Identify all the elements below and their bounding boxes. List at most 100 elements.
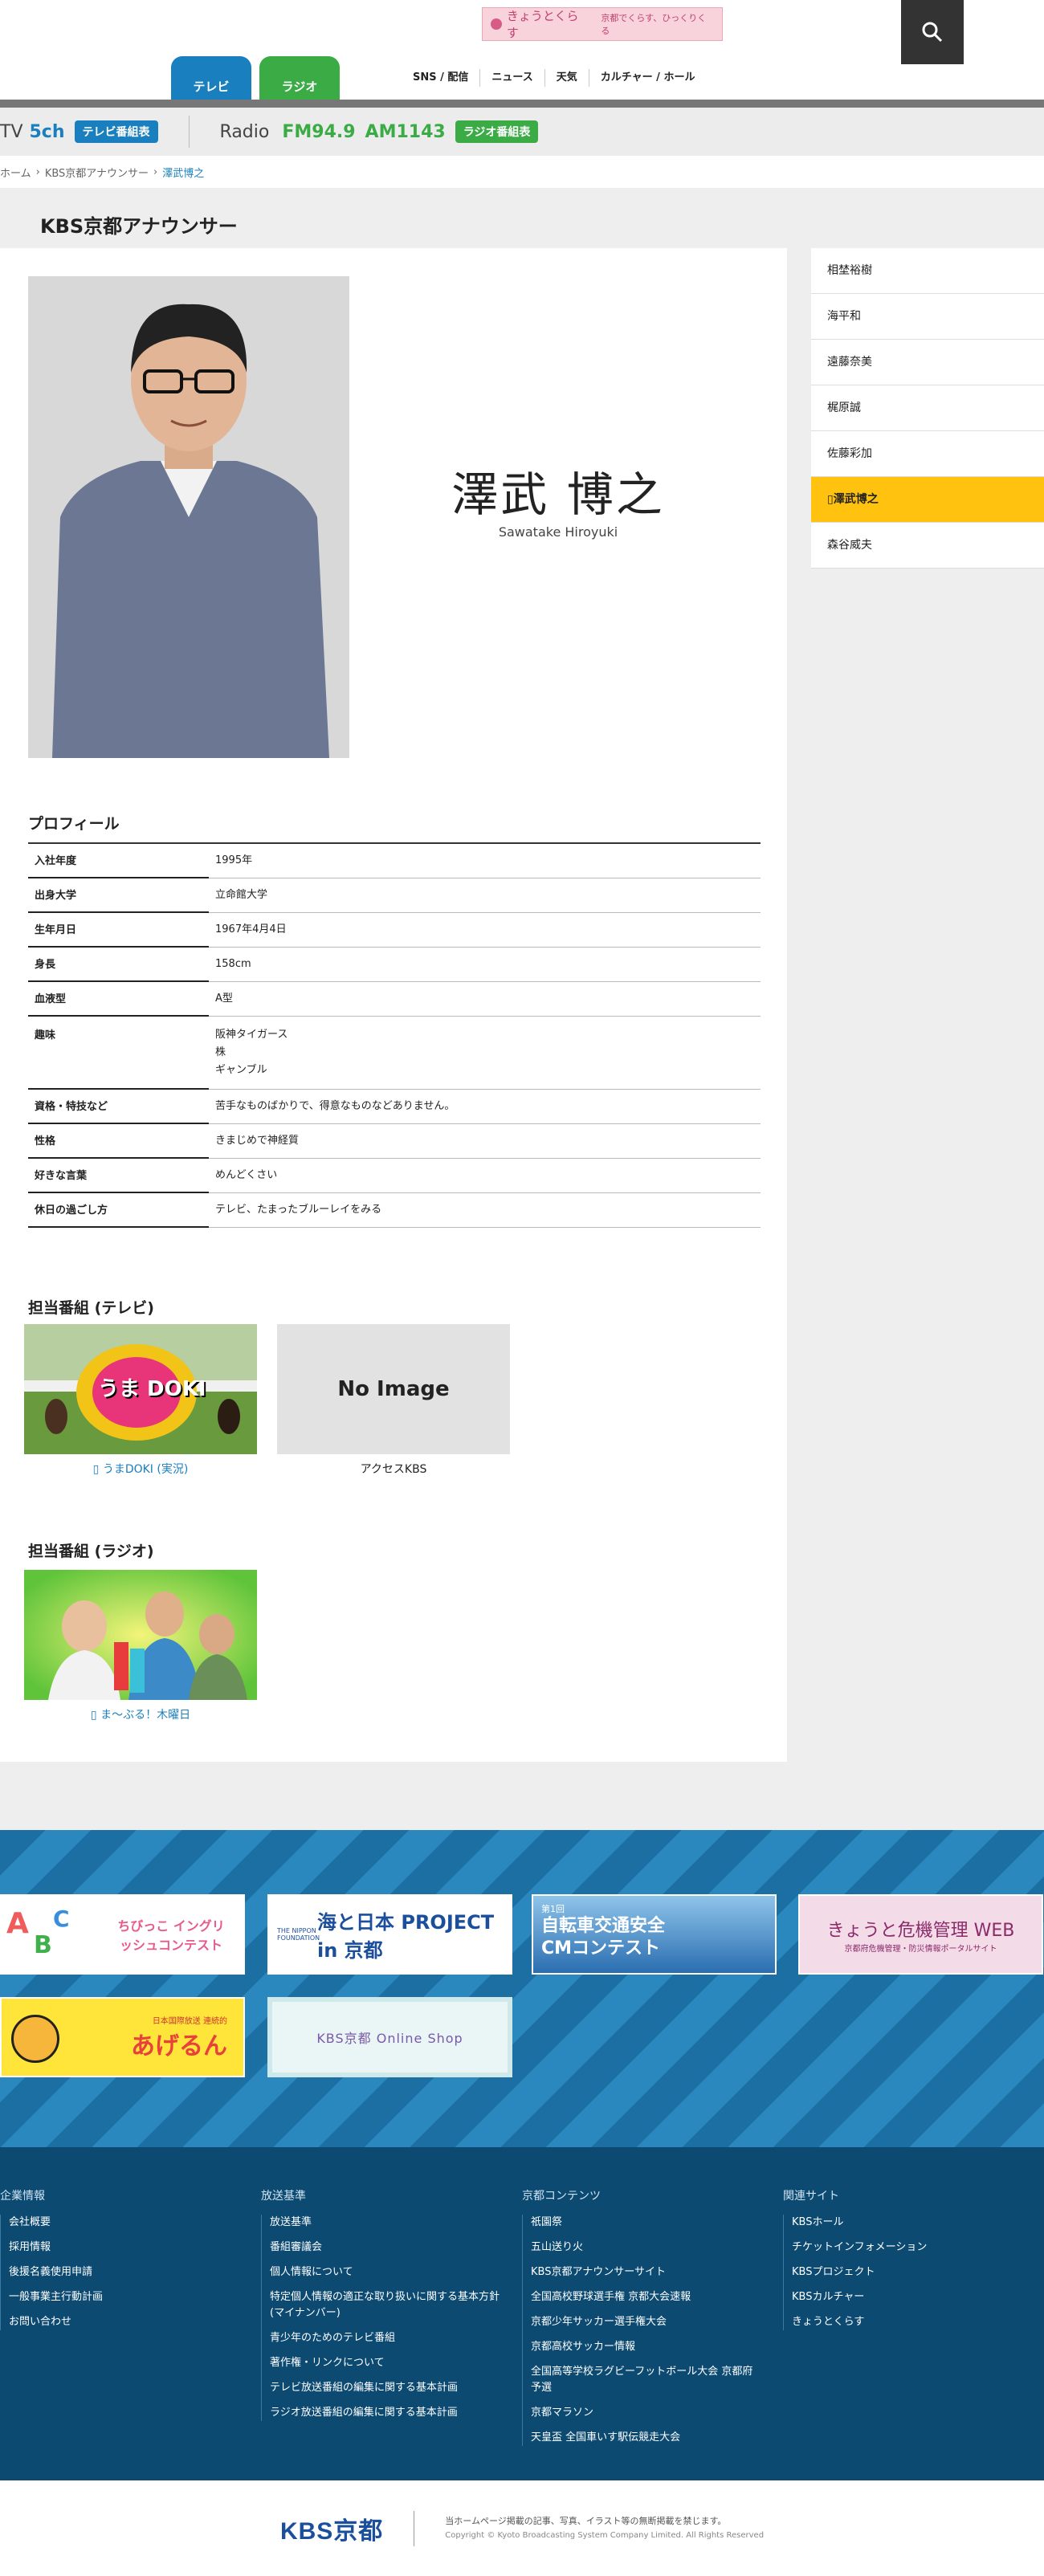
footer-column-title: 京都コンテンツ: [522, 2190, 601, 2203]
sidebar-item-label: 遠藤奈美: [827, 356, 872, 369]
sidebar-item-announcer[interactable]: 佐藤彩加: [811, 431, 1044, 477]
profile-row: 血液型 A型: [28, 982, 761, 1017]
program-card-umadoki[interactable]: うま DOKI ▯ うまDOKI (実況): [24, 1324, 257, 1477]
nav-weather[interactable]: 天気: [544, 69, 589, 87]
radio-schedule-button[interactable]: ラジオ番組表: [455, 120, 539, 143]
profile-table: 入社年度 1995年 出身大学 立命館大学 生年月日 1967年4月4日 身長 158cm 血液…: [28, 842, 761, 1228]
kyoto-kurasu-banner[interactable]: きょうとくらす 京都でくらす、ひっくりくる: [482, 7, 723, 41]
profile-row: 趣味 阪神タイガース 株 ギャンブル: [28, 1017, 761, 1090]
footer-link[interactable]: 番組審議会: [270, 2240, 502, 2256]
profile-value: 阪神タイガース 株 ギャンブル: [215, 1029, 288, 1076]
sidebar-item-label: 森谷威夫: [827, 539, 872, 552]
footer-link[interactable]: チケットインフォメーション: [792, 2240, 1024, 2256]
tab-radio[interactable]: ラジオ: [259, 56, 340, 100]
footer-column: 京都コンテンツ祇園祭五山送り火 KBS京都アナウンサーサイト 全国高校野球選手権 京…: [522, 2187, 763, 2455]
footer-link[interactable]: 五山送り火: [531, 2240, 763, 2256]
nav-sns[interactable]: SNS / 配信: [402, 69, 479, 87]
footer-link[interactable]: 青少年のためのテレビ番組: [270, 2330, 502, 2346]
name-japanese: 澤武 博之: [451, 467, 665, 522]
no-image-placeholder: No Image: [277, 1324, 510, 1454]
radio-label: Radio: [219, 121, 270, 142]
footer-link[interactable]: テレビ放送番組の編集に関する基本計画: [270, 2380, 502, 2396]
program-card-marble[interactable]: ▯ ま〜ぶる！木曜日: [24, 1570, 257, 1722]
footer-link-list: 放送基準番組審議会個人情報について特定個人情報の適正な取り扱いに関する基本方針(…: [261, 2215, 502, 2421]
sidebar-item-announcer[interactable]: ▯澤武博之: [811, 477, 1044, 523]
profile-value: 立命館大学: [215, 889, 268, 901]
breadcrumb-announcers[interactable]: KBS京都アナウンサー: [45, 165, 149, 180]
sidebar-item-announcer[interactable]: 海平和: [811, 294, 1044, 340]
footer-link[interactable]: 著作権・リンクについて: [270, 2355, 502, 2371]
profile-key: 休日の過ごし方: [28, 1193, 209, 1228]
program-caption: ▯ うまDOKI (実況): [24, 1461, 257, 1477]
reprint-notice: 当ホームページ掲載の記事、写真、イラスト等の無断掲載を禁じます。: [445, 2515, 727, 2526]
sidebar-item-announcer[interactable]: 相埜裕樹: [811, 248, 1044, 294]
footer-link-list: 祇園祭五山送り火 KBS京都アナウンサーサイト 全国高校野球選手権 京都大会速報 京都…: [522, 2215, 763, 2446]
site-footer: 企業情報 会社概要 採用情報 後援名義使用申請 一般事業主行動計画 お問い合わせ 放送基準放…: [0, 2147, 1044, 2480]
profile-row: 出身大学 立命館大学: [28, 878, 761, 913]
announcer-photo: [28, 276, 349, 758]
global-nav: SNS / 配信 ニュース 天気 カルチャー / ホール: [402, 69, 706, 87]
breadcrumb-home[interactable]: ホーム: [0, 165, 31, 180]
sidebar-item-announcer[interactable]: 梶原誠: [811, 385, 1044, 431]
banner-text: KBS京都 Online Shop: [316, 2031, 463, 2046]
banner-agerun[interactable]: 日本国際放送 連続的 あげるん: [0, 1997, 245, 2077]
tv-schedule-button[interactable]: テレビ番組表: [74, 120, 158, 143]
profile-row: 入社年度 1995年: [28, 844, 761, 878]
footer-link[interactable]: 採用情報: [9, 2240, 241, 2256]
footer-link[interactable]: 後援名義使用申請: [9, 2264, 241, 2280]
footer-link[interactable]: 京都マラソン: [531, 2405, 763, 2421]
nav-culture[interactable]: カルチャー / ホール: [588, 69, 707, 87]
sidebar-item-label: 梶原誠: [827, 401, 861, 414]
tv-icon: ▯: [92, 1463, 103, 1476]
profile-row: 生年月日 1967年4月4日: [28, 913, 761, 948]
banner-crisis-management[interactable]: きょうと危機管理 WEB 京都府危機管理・防災情報ポータルサイト: [798, 1894, 1043, 1975]
footer-link[interactable]: KBS京都アナウンサーサイト: [531, 2264, 763, 2280]
program-title: うまDOKI (実況): [102, 1463, 189, 1476]
profile-row: 身長 158cm: [28, 948, 761, 982]
banner-online-shop[interactable]: KBS京都 Online Shop: [267, 1997, 512, 2077]
footer-link[interactable]: KBSカルチャー: [792, 2289, 1024, 2305]
announcer-detail: 澤武 博之 Sawatake Hiroyuki プロフィール 入社年度 1995年…: [0, 248, 787, 1762]
footer-link[interactable]: 京都少年サッカー選手権大会: [531, 2314, 763, 2330]
footer-link[interactable]: 祇園祭: [531, 2215, 763, 2231]
broadcast-strip: TV 5ch テレビ番組表 Radio FM94.9 AM1143 ラジオ番組表: [0, 108, 1044, 156]
umadoki-thumbnail: うま DOKI: [24, 1324, 257, 1454]
footer-link[interactable]: KBSホール: [792, 2215, 1024, 2231]
kbs-kyoto-logo[interactable]: KBS京都: [280, 2511, 383, 2546]
footer-link[interactable]: 全国高校野球選手権 京都大会速報: [531, 2289, 763, 2305]
nav-news[interactable]: ニュース: [479, 69, 544, 87]
footer-link[interactable]: KBSプロジェクト: [792, 2264, 1024, 2280]
umadoki-logo: うま DOKI: [98, 1377, 206, 1401]
footer-link[interactable]: ラジオ放送番組の編集に関する基本計画: [270, 2405, 502, 2421]
profile-value: 158cm: [215, 958, 251, 970]
search-icon: [922, 22, 943, 43]
sidebar-item-announcer[interactable]: 遠藤奈美: [811, 340, 1044, 385]
footer-link[interactable]: お問い合わせ: [9, 2314, 241, 2330]
footer-link[interactable]: 京都高校サッカー情報: [531, 2339, 763, 2355]
footer-link[interactable]: 放送基準: [270, 2215, 502, 2231]
profile-key: 趣味: [28, 1017, 209, 1090]
sidebar-item-announcer[interactable]: 森谷威夫: [811, 523, 1044, 569]
breadcrumb-current: 澤武博之: [162, 167, 205, 180]
footer-link[interactable]: 天皇盃 全国車いす駅伝競走大会: [531, 2430, 763, 2446]
footer-link[interactable]: 一般事業主行動計画: [9, 2289, 241, 2305]
banner-english-contest[interactable]: A B C ちびっこ イングリッシュコンテスト: [0, 1894, 245, 1975]
banner-text: きょうと危機管理 WEB: [826, 1920, 1015, 1941]
footer-link[interactable]: 個人情報について: [270, 2264, 502, 2280]
banner-bicycle-cm-contest[interactable]: 第1回 自転車交通安全CMコンテスト: [532, 1894, 777, 1975]
search-button[interactable]: [901, 0, 964, 64]
profile-key: 好きな言葉: [28, 1159, 209, 1193]
banner-umi-to-nippon[interactable]: THE NIPPON FOUNDATION 海と日本 PROJECT in 京都: [267, 1894, 512, 1975]
tv-label: TV: [0, 121, 23, 142]
sidebar-item-label: 海平和: [827, 310, 861, 323]
promo-title: きょうとくらす: [506, 9, 579, 40]
program-card-access-kbs[interactable]: No Image アクセスKBS: [277, 1324, 510, 1477]
name-romaji: Sawatake Hiroyuki: [498, 524, 618, 540]
tab-tv[interactable]: テレビ: [171, 56, 251, 100]
profile-value: きまじめで神経質: [215, 1135, 300, 1147]
footer-link[interactable]: 特定個人情報の適正な取り扱いに関する基本方針(マイナンバー): [270, 2289, 502, 2321]
footer-link[interactable]: 会社概要: [9, 2215, 241, 2231]
footer-link[interactable]: きょうとくらす: [792, 2314, 1024, 2330]
footer-link[interactable]: 全国高等学校ラグビーフットボール大会 京都府予選: [531, 2364, 763, 2396]
tv-channel: 5ch: [29, 121, 65, 142]
